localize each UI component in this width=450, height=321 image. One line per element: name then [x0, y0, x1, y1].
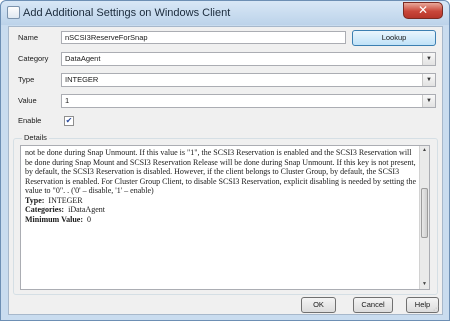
type-select[interactable]: INTEGER ▼: [61, 73, 436, 87]
details-type-value: INTEGER: [48, 195, 83, 205]
category-label: Category: [18, 54, 49, 63]
chevron-down-icon[interactable]: ▼: [422, 74, 435, 86]
details-textarea[interactable]: not be done during Snap Unmount. If this…: [20, 145, 430, 290]
name-input[interactable]: nSCSI3ReserveForSnap: [61, 31, 346, 44]
scroll-thumb[interactable]: [421, 188, 428, 238]
value-select[interactable]: 1 ▼: [61, 94, 436, 108]
details-categories-value: iDataAgent: [68, 205, 105, 214]
name-label: Name: [18, 33, 39, 42]
details-minimum-key: Minimum Value:: [25, 214, 84, 224]
details-group: Details not be done during Snap Unmount.…: [13, 133, 438, 295]
scroll-down-icon[interactable]: ▼: [420, 280, 429, 289]
window-title: Add Additional Settings on Windows Clien…: [23, 7, 231, 19]
details-type-line: Type: INTEGER: [25, 196, 419, 206]
window-icon: [7, 6, 20, 19]
details-type-key: Type:: [25, 195, 45, 205]
value-value: 1: [65, 96, 70, 105]
scroll-up-icon[interactable]: ▲: [420, 146, 429, 155]
details-content: not be done during Snap Unmount. If this…: [25, 148, 419, 224]
title-bar[interactable]: Add Additional Settings on Windows Clien…: [1, 1, 449, 25]
details-minimum-line: Minimum Value: 0: [25, 215, 419, 225]
close-button[interactable]: ✕: [403, 2, 443, 19]
ok-button[interactable]: OK: [301, 297, 336, 313]
details-label: Details: [22, 133, 49, 142]
details-categories-key: Categories:: [25, 205, 65, 214]
lookup-button[interactable]: Lookup: [352, 30, 436, 46]
details-paragraph: not be done during Snap Unmount. If this…: [25, 148, 417, 195]
details-minimum-value: 0: [87, 214, 92, 224]
chevron-down-icon[interactable]: ▼: [422, 53, 435, 65]
cancel-button[interactable]: Cancel: [353, 297, 393, 313]
type-label: Type: [18, 75, 35, 84]
dialog-window: Add Additional Settings on Windows Clien…: [0, 0, 450, 321]
dialog-body: Name nSCSI3ReserveForSnap Lookup Categor…: [8, 26, 443, 315]
chevron-down-icon[interactable]: ▼: [422, 95, 435, 107]
category-value: DataAgent: [65, 54, 101, 63]
category-select[interactable]: DataAgent ▼: [61, 52, 436, 66]
resize-grip-icon[interactable]: ⋰: [433, 305, 441, 313]
details-categories-line: Categories: iDataAgent: [25, 205, 419, 215]
details-scrollbar[interactable]: ▲ ▼: [419, 146, 429, 289]
type-value: INTEGER: [65, 75, 99, 84]
enable-label: Enable: [18, 116, 42, 125]
enable-checkbox[interactable]: ✔: [64, 116, 74, 126]
value-label: Value: [18, 96, 37, 105]
